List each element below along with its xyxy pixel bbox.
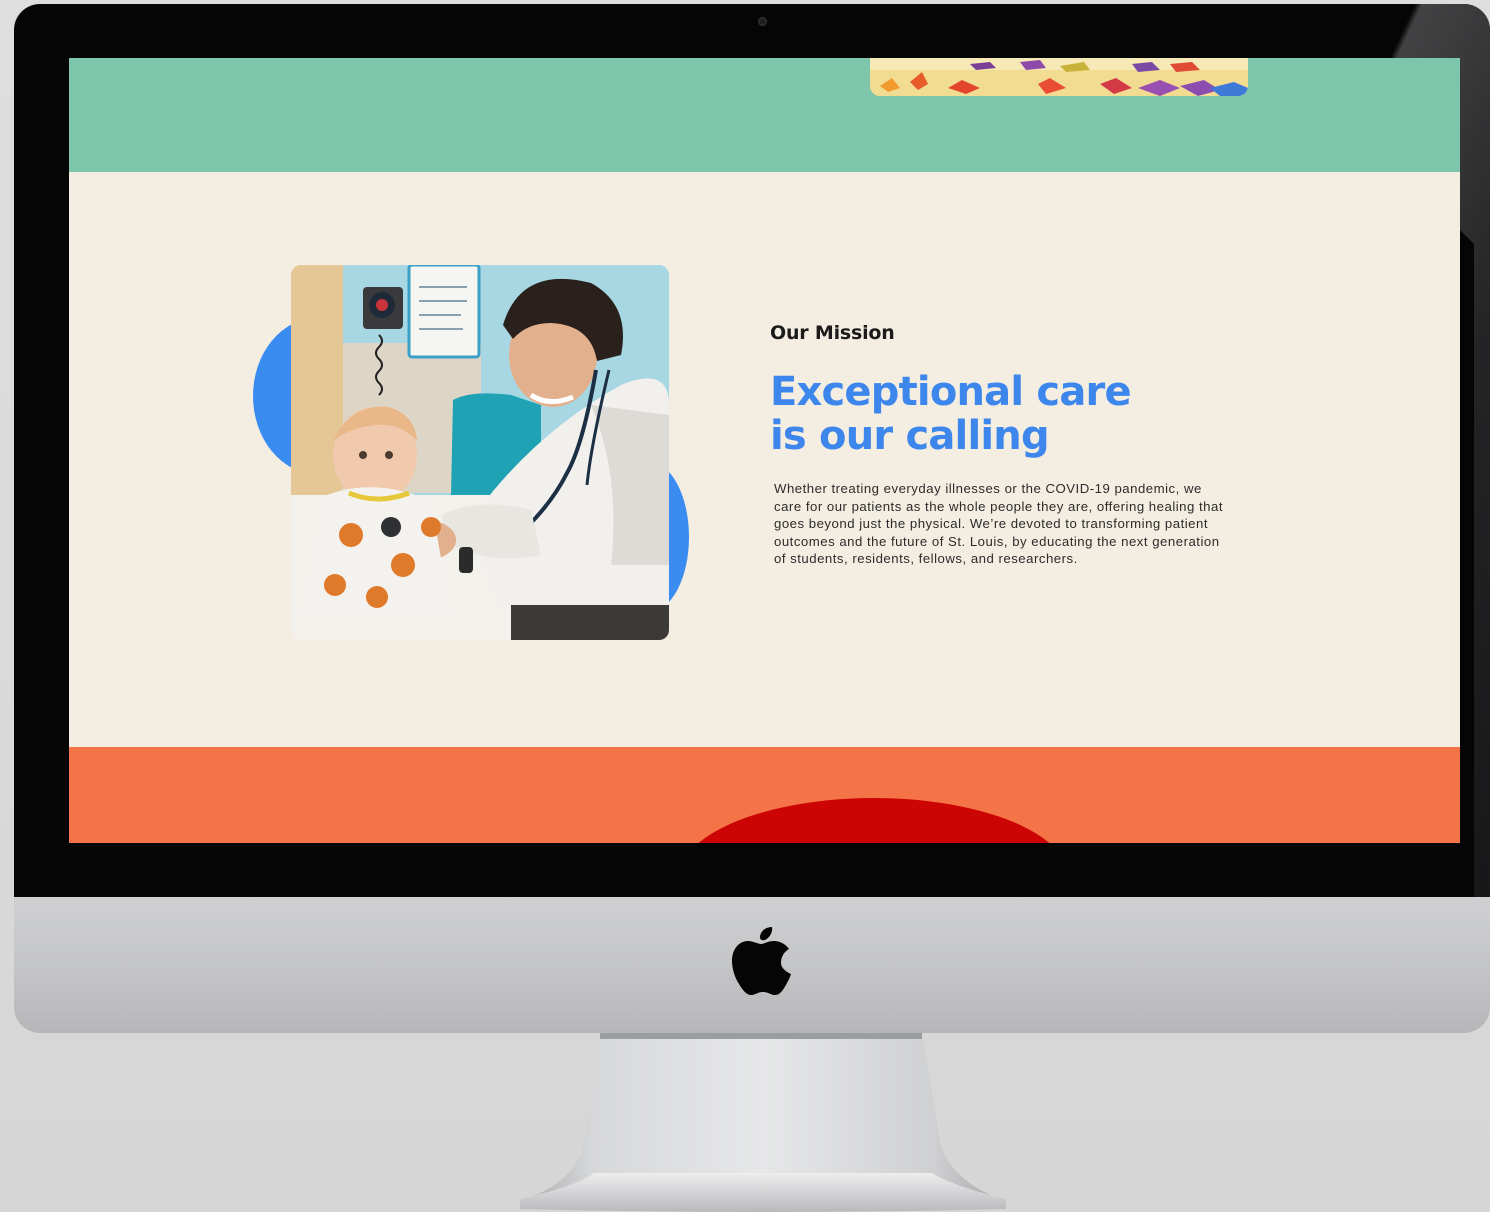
stand-shape [520, 1033, 1006, 1212]
orange-section [69, 747, 1460, 843]
mission-body-text: Whether treating everyday illnesses or t… [774, 481, 1224, 567]
monitor-stand [520, 1033, 1006, 1212]
imac-mockup: Our Mission Exceptional care is our call… [0, 0, 1490, 1212]
doctor-with-child-illustration [291, 265, 669, 640]
headline-line-1: Exceptional care [770, 369, 1132, 415]
red-dome-shape [679, 798, 1069, 843]
webcam [758, 17, 767, 26]
toys-photo [870, 58, 1248, 96]
mission-headline: Exceptional care is our calling [770, 370, 1250, 458]
section-eyebrow: Our Mission [770, 322, 895, 344]
apple-logo-icon [732, 927, 791, 995]
mission-section: Our Mission Exceptional care is our call… [69, 172, 1460, 747]
doctor-with-child-photo [291, 265, 669, 640]
monitor-chin [14, 897, 1490, 1033]
website-screen: Our Mission Exceptional care is our call… [69, 58, 1460, 843]
headline-line-2: is our calling [770, 413, 1050, 459]
green-section [69, 58, 1460, 172]
toys-photo-art [870, 58, 1248, 96]
